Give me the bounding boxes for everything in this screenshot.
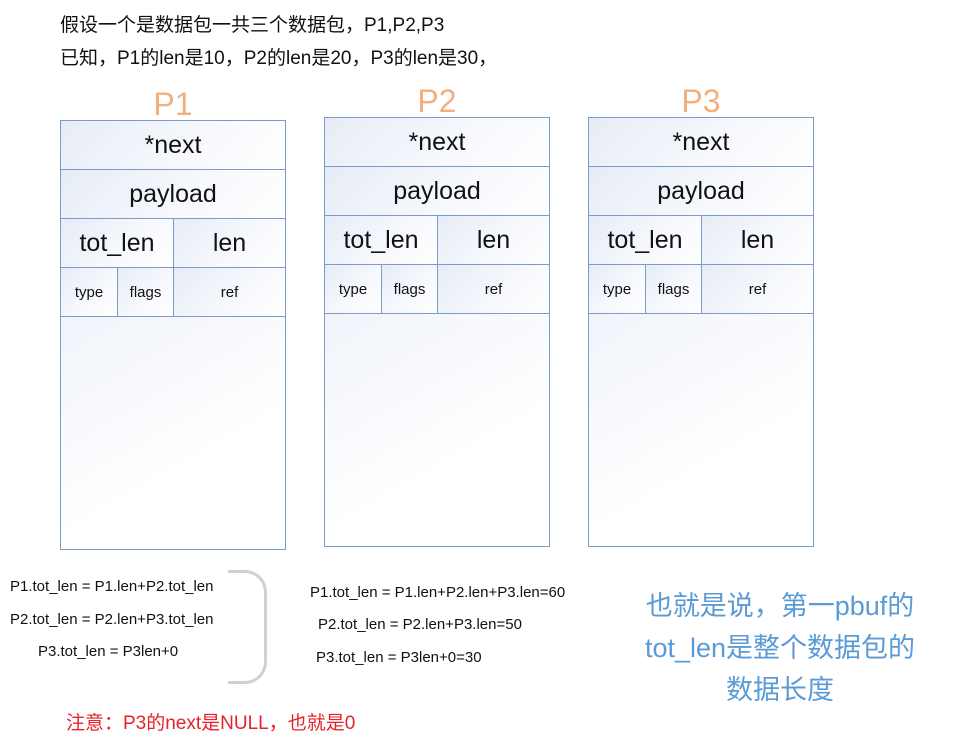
- field-ref: ref: [701, 265, 813, 313]
- formula-value-1: P1.tot_len = P1.len+P2.len+P3.len=60: [310, 584, 566, 601]
- row-lengths: tot_len len: [589, 216, 813, 265]
- formula-value-2: P2.tot_len = P2.len+P3.len=50: [318, 616, 522, 633]
- field-tot-len: tot_len: [61, 219, 173, 267]
- field-next: *next: [61, 121, 285, 169]
- formula-general-3: P3.tot_len = P3len+0: [38, 643, 179, 660]
- field-type: type: [589, 265, 645, 313]
- summary-line-2: tot_len是整个数据包的: [644, 633, 916, 663]
- field-payload: payload: [61, 170, 285, 218]
- packet-label-p3: P3: [681, 83, 721, 119]
- row-payload: payload: [325, 167, 549, 216]
- field-type: type: [325, 265, 381, 313]
- field-flags: flags: [117, 268, 173, 316]
- field-ref: ref: [437, 265, 549, 313]
- row-lengths: tot_len len: [325, 216, 549, 265]
- pbuf-p3: *next payload tot_len len type flags ref: [588, 117, 814, 547]
- row-meta: type flags ref: [325, 265, 549, 314]
- field-len: len: [701, 216, 813, 264]
- packet-label-p2: P2: [417, 83, 457, 119]
- null-note: 注意：P3的next是NULL，也就是0: [66, 713, 356, 734]
- intro-line-1: 假设一个是数据包一共三个数据包，P1,P2,P3: [60, 15, 445, 36]
- formula-value-3: P3.tot_len = P3len+0=30: [316, 649, 482, 666]
- row-next: *next: [325, 118, 549, 167]
- field-type: type: [61, 268, 117, 316]
- field-flags: flags: [381, 265, 437, 313]
- summary-line-3: 数据长度: [726, 675, 834, 705]
- field-flags: flags: [645, 265, 701, 313]
- field-tot-len: tot_len: [589, 216, 701, 264]
- packet-label-p1: P1: [153, 86, 193, 122]
- field-ref: ref: [173, 268, 285, 316]
- formula-general-2: P2.tot_len = P2.len+P3.tot_len: [10, 611, 214, 628]
- field-len: len: [437, 216, 549, 264]
- row-lengths: tot_len len: [61, 219, 285, 268]
- row-payload: payload: [589, 167, 813, 216]
- field-payload: payload: [589, 167, 813, 215]
- summary-text: 也就是说，第一pbuf的 tot_len是整个数据包的 数据长度: [610, 585, 950, 711]
- row-meta: type flags ref: [61, 268, 285, 317]
- field-next: *next: [589, 118, 813, 166]
- intro-line-2: 已知，P1的len是10，P2的len是20，P3的len是30，: [60, 48, 498, 69]
- pbuf-p2: *next payload tot_len len type flags ref: [324, 117, 550, 547]
- field-payload: payload: [325, 167, 549, 215]
- field-tot-len: tot_len: [325, 216, 437, 264]
- row-next: *next: [61, 121, 285, 170]
- row-meta: type flags ref: [589, 265, 813, 314]
- row-next: *next: [589, 118, 813, 167]
- formula-general-1: P1.tot_len = P1.len+P2.tot_len: [10, 578, 214, 595]
- row-payload: payload: [61, 170, 285, 219]
- summary-line-1: 也就是说，第一pbuf的: [645, 591, 915, 621]
- right-bracket: [228, 570, 267, 684]
- pbuf-p1: *next payload tot_len len type flags ref: [60, 120, 286, 550]
- field-len: len: [173, 219, 285, 267]
- field-next: *next: [325, 118, 549, 166]
